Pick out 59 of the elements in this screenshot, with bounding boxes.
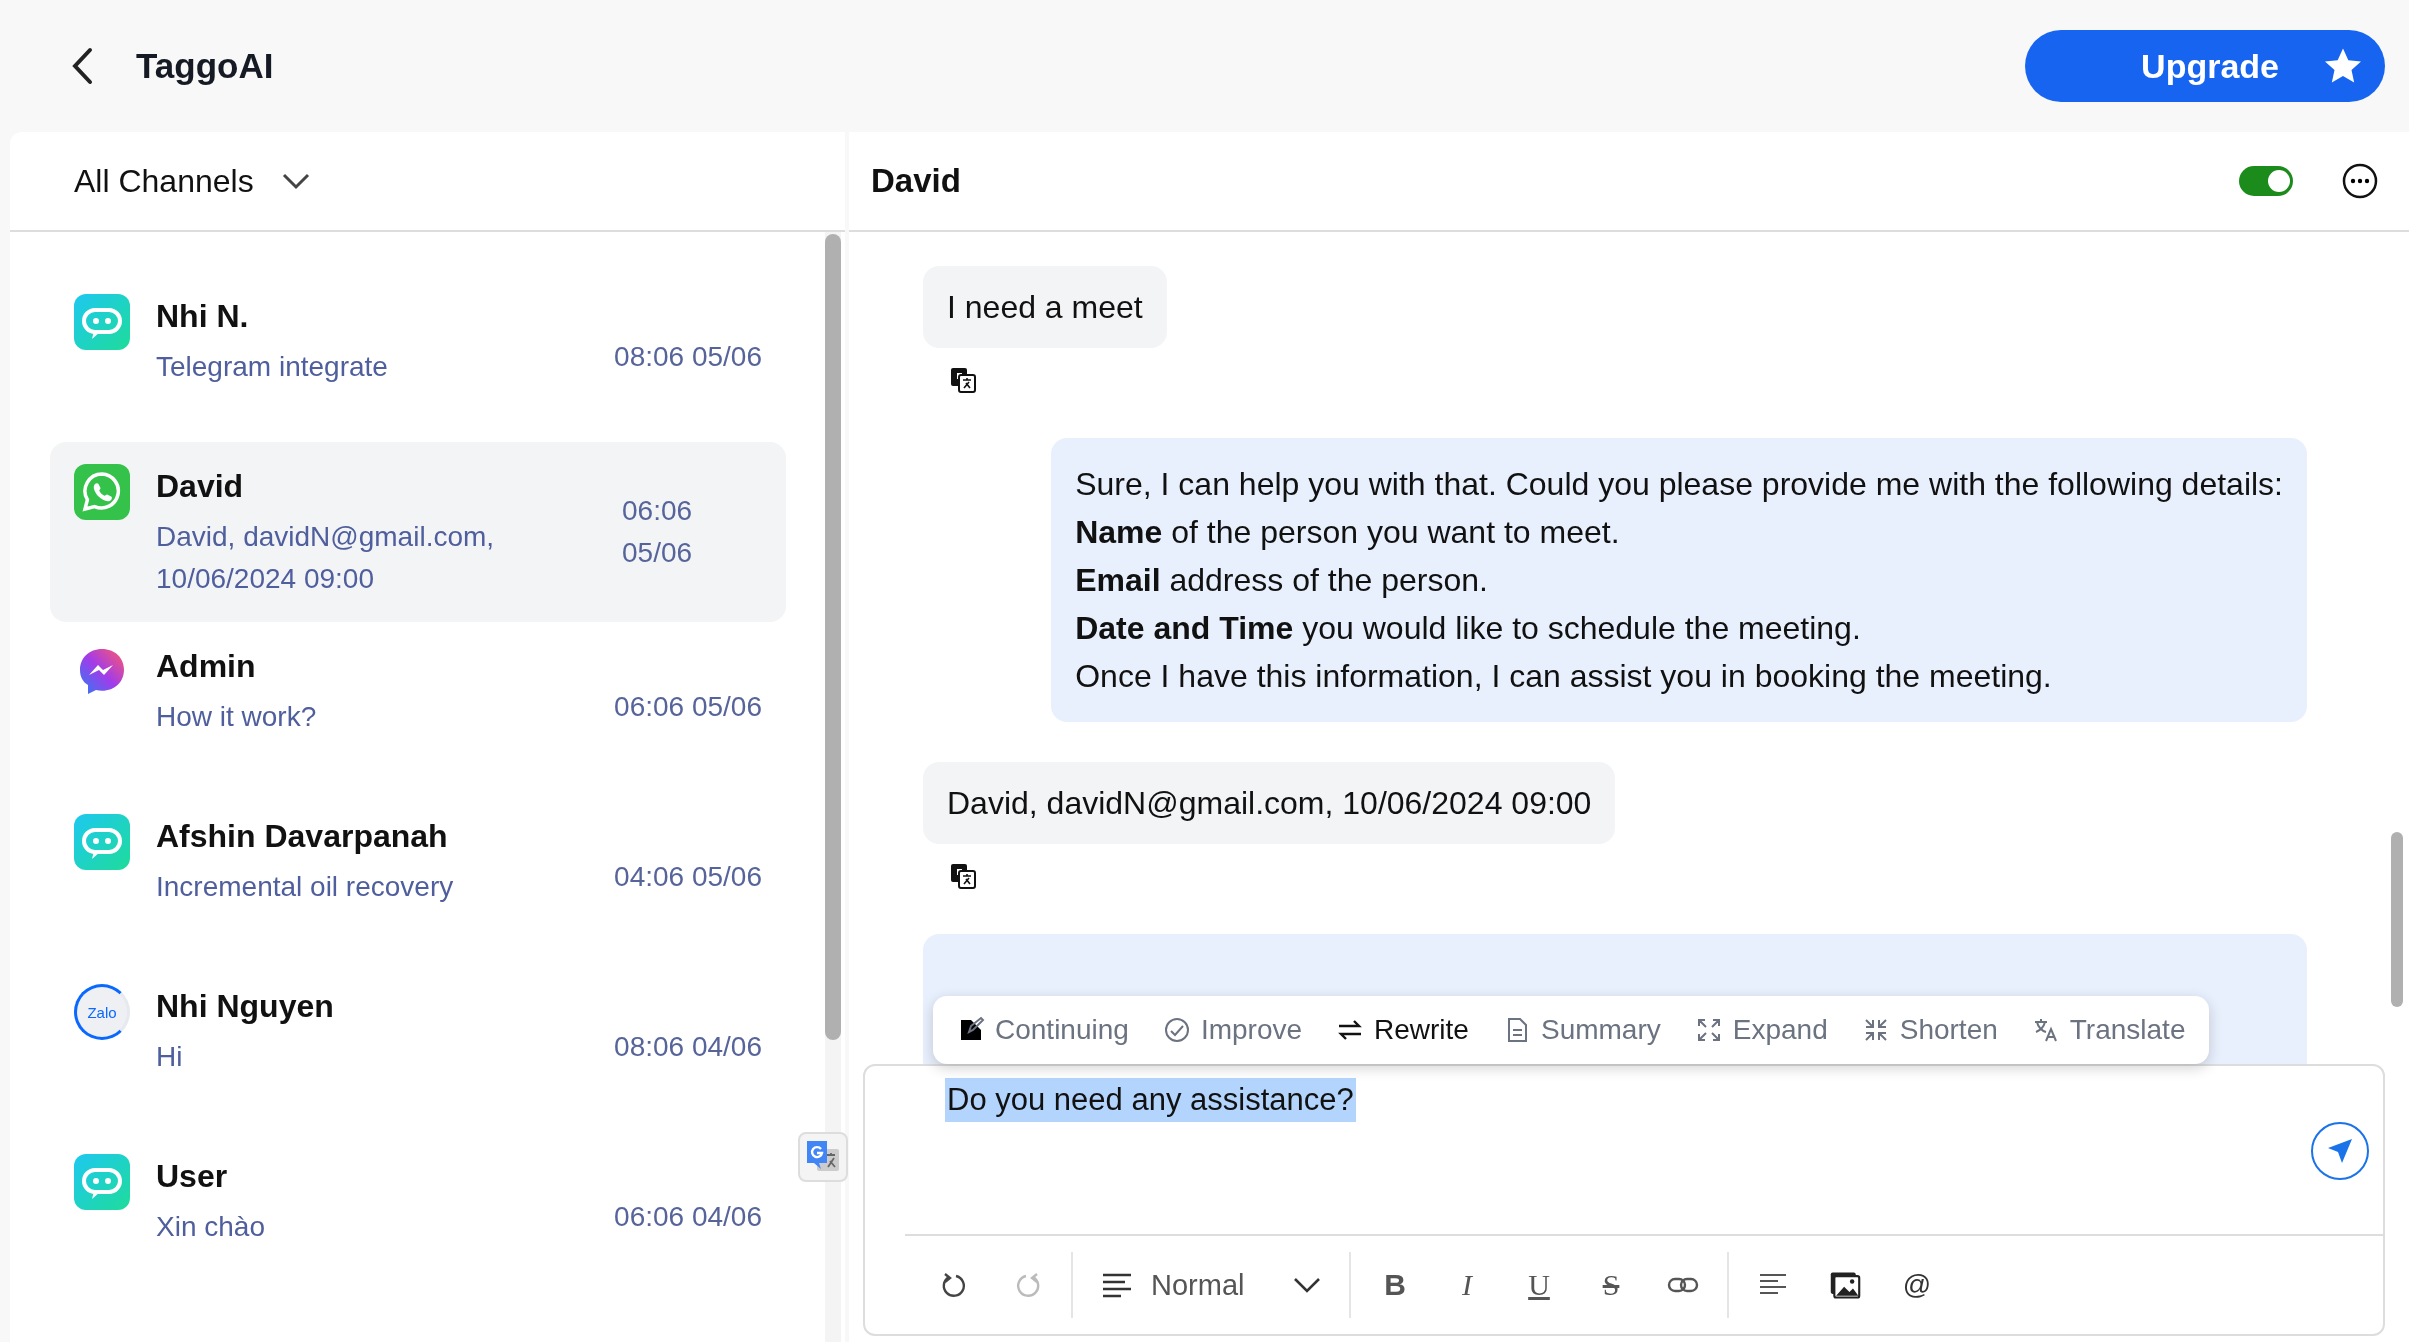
message-time: 04:06 05/06 — [614, 860, 762, 894]
italic-button[interactable]: I — [1431, 1255, 1503, 1315]
translate-button[interactable] — [798, 1132, 848, 1182]
scrollbar-thumb[interactable] — [825, 234, 841, 1040]
ai-action-button[interactable]: Expand — [1694, 1014, 1828, 1046]
ai-action-button[interactable]: Continuing — [957, 1014, 1129, 1046]
contact-name: Nhi N. — [156, 297, 250, 336]
bot-message: Sure, I can help you with that. Could you please provide me with the following details: Name of the person you want to meet. Email address of the person. Date and Time you would like to schedule the meeting. Once I have this information, I can assist you in booking the meeting. — [1051, 438, 2307, 722]
ai-action-button[interactable]: Rewrite — [1336, 1014, 1469, 1046]
contact-name: Nhi Nguyen — [156, 987, 334, 1026]
ai-action-button[interactable]: Summary — [1502, 1014, 1661, 1046]
message-preview: Hi — [156, 1040, 184, 1074]
message-preview: David, davidN@gmail.com, 10/06/2024 09:00 — [156, 520, 496, 596]
send-button[interactable] — [2311, 1122, 2369, 1180]
mention-button[interactable]: @ — [1881, 1255, 1953, 1315]
contact-name: Admin — [156, 647, 257, 686]
message-time: 06:06 05/06 — [622, 494, 694, 570]
ai-action-button[interactable]: Improve — [1162, 1014, 1303, 1046]
message-time: 08:06 05/06 — [614, 340, 762, 374]
message-text[interactable]: Do you need any assistance? — [945, 1078, 1356, 1122]
message-preview: Xin chào — [156, 1210, 265, 1244]
user-message: David, davidN@gmail.com, 10/06/2024 09:00 — [923, 762, 1616, 844]
message-time: 06:06 04/06 — [614, 1200, 762, 1234]
conversation-item[interactable]: Zalo Nhi Nguyen Hi 08:06 04/06 — [50, 962, 786, 1132]
translate-icon[interactable] — [949, 366, 977, 394]
message-preview: How it work? — [156, 700, 317, 734]
contact-name: User — [156, 1157, 229, 1196]
user-message: I need a meet — [923, 266, 1167, 348]
bot-toggle[interactable] — [2239, 166, 2293, 196]
more-icon[interactable] — [2341, 162, 2379, 200]
upgrade-button[interactable]: Upgrade — [2025, 30, 2385, 102]
conversation-item[interactable]: User Xin chào 06:06 04/06 — [50, 1132, 786, 1302]
ai-action-button[interactable]: Translate — [2031, 1014, 2186, 1046]
message-time: 08:06 04/06 — [614, 1030, 762, 1064]
text-style-dropdown[interactable]: Normal — [1081, 1268, 1341, 1302]
bold-button[interactable]: B — [1359, 1255, 1431, 1315]
zalo-logo: Zalo — [74, 984, 130, 1040]
conversation-item[interactable]: Nhi N. Telegram integrate 08:06 05/06 — [50, 272, 786, 442]
app-title: TaggoAI — [136, 46, 274, 86]
conversation-item[interactable]: David David, davidN@gmail.com, 10/06/2024 09:00 06:06 05/06 — [50, 442, 786, 622]
channel-filter[interactable]: All Channels — [74, 162, 254, 200]
strikethrough-button[interactable]: S — [1575, 1255, 1647, 1315]
lines-icon — [1101, 1271, 1133, 1299]
scrollbar-thumb[interactable] — [2391, 832, 2403, 1007]
contact-name: Afshin Davarpanah — [156, 817, 449, 856]
chat-title: David — [871, 162, 961, 200]
message-preview: Telegram integrate — [156, 350, 388, 384]
underline-button[interactable]: U — [1503, 1255, 1575, 1315]
message-time: 06:06 05/06 — [614, 690, 762, 724]
chevron-down-icon[interactable] — [281, 172, 310, 190]
message-composer[interactable]: Do you need any assistance? Normal B I U S @ — [863, 1064, 2385, 1336]
conversation-item[interactable]: Afshin Davarpanah Incremental oil recovery 04:06 05/06 — [50, 792, 786, 962]
conversation-item[interactable]: Admin How it work? 06:06 05/06 — [50, 622, 786, 792]
check-circle-icon — [1162, 1016, 1191, 1044]
message-preview: Incremental oil recovery — [156, 870, 454, 904]
caret-icon — [1293, 1276, 1321, 1294]
translate-icon[interactable] — [949, 862, 977, 890]
contact-name: David — [156, 467, 245, 506]
ai-action-button[interactable]: Shorten — [1861, 1014, 1998, 1046]
